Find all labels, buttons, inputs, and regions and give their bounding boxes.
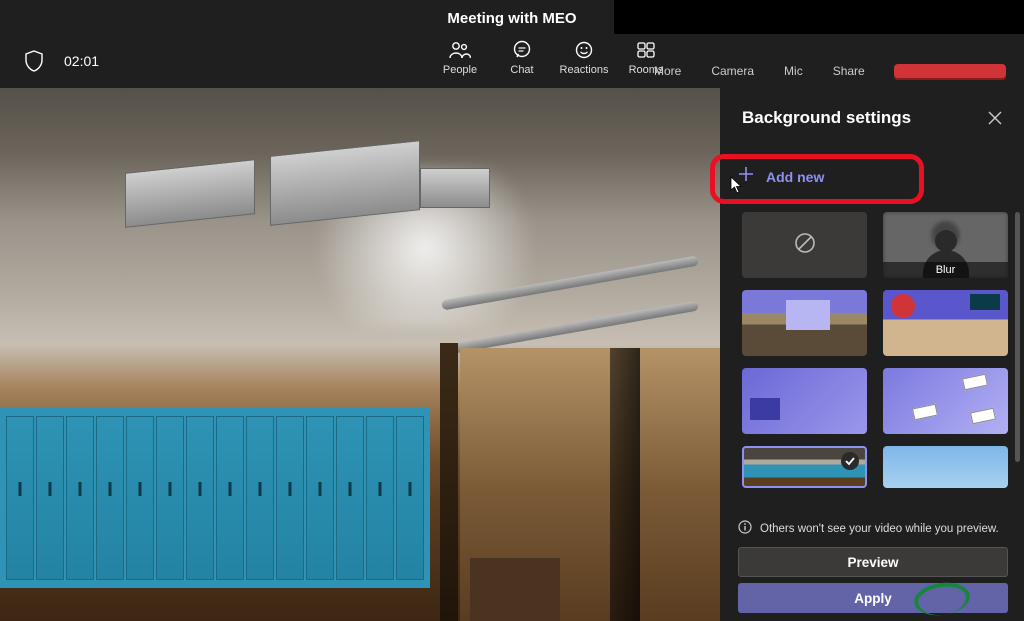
info-icon	[738, 520, 752, 537]
bg-option-image-6[interactable]	[883, 446, 1008, 488]
blur-label: Blur	[883, 262, 1008, 278]
panel-title: Background settings	[742, 108, 911, 128]
people-button[interactable]: People	[438, 40, 482, 76]
bg-option-image-2[interactable]	[883, 290, 1008, 356]
preview-label: Preview	[847, 555, 898, 570]
meeting-timer: 02:01	[64, 53, 99, 69]
bg-option-image-5-selected[interactable]	[742, 446, 867, 488]
apply-label: Apply	[854, 591, 892, 606]
bg-option-image-3[interactable]	[742, 368, 867, 434]
more-button[interactable]: More	[654, 64, 681, 78]
plus-icon	[738, 166, 754, 187]
people-label: People	[443, 64, 477, 76]
add-new-button[interactable]: Add new	[738, 166, 824, 187]
chat-label: Chat	[510, 64, 533, 76]
preview-button[interactable]: Preview	[738, 547, 1008, 577]
add-new-label: Add new	[766, 169, 824, 185]
camera-button[interactable]: Camera	[711, 64, 754, 78]
extra-toolbar: More Camera Mic Share	[654, 64, 865, 78]
bg-option-blur[interactable]: Blur	[883, 212, 1008, 278]
reactions-label: Reactions	[560, 64, 609, 76]
meeting-toolbar: People Chat Reactions Rooms	[438, 40, 668, 76]
meeting-top-bar: Meeting with MEO 02:01 People Chat React…	[0, 0, 1024, 88]
reactions-button[interactable]: Reactions	[562, 40, 606, 76]
preview-info-text: Others won't see your video while you pr…	[760, 523, 999, 535]
obscured-region	[614, 0, 1024, 34]
leave-button[interactable]	[894, 64, 1006, 80]
preview-info: Others won't see your video while you pr…	[738, 520, 1008, 537]
apply-button[interactable]: Apply	[738, 583, 1008, 613]
checkmark-icon	[841, 452, 859, 470]
annotation-circle	[912, 579, 972, 618]
none-icon	[794, 232, 816, 259]
bg-option-image-4[interactable]	[883, 368, 1008, 434]
bg-option-none[interactable]	[742, 212, 867, 278]
share-button[interactable]: Share	[833, 64, 865, 78]
mic-button[interactable]: Mic	[784, 64, 803, 78]
chat-button[interactable]: Chat	[500, 40, 544, 76]
bg-option-image-1[interactable]	[742, 290, 867, 356]
background-settings-panel: Background settings Add new Blur	[720, 88, 1024, 621]
panel-scrollbar[interactable]	[1015, 212, 1020, 462]
shield-icon[interactable]	[24, 50, 44, 72]
meeting-info: 02:01	[24, 50, 99, 72]
background-options-grid: Blur	[742, 212, 1008, 488]
close-icon[interactable]	[988, 111, 1002, 125]
video-preview	[0, 88, 720, 621]
